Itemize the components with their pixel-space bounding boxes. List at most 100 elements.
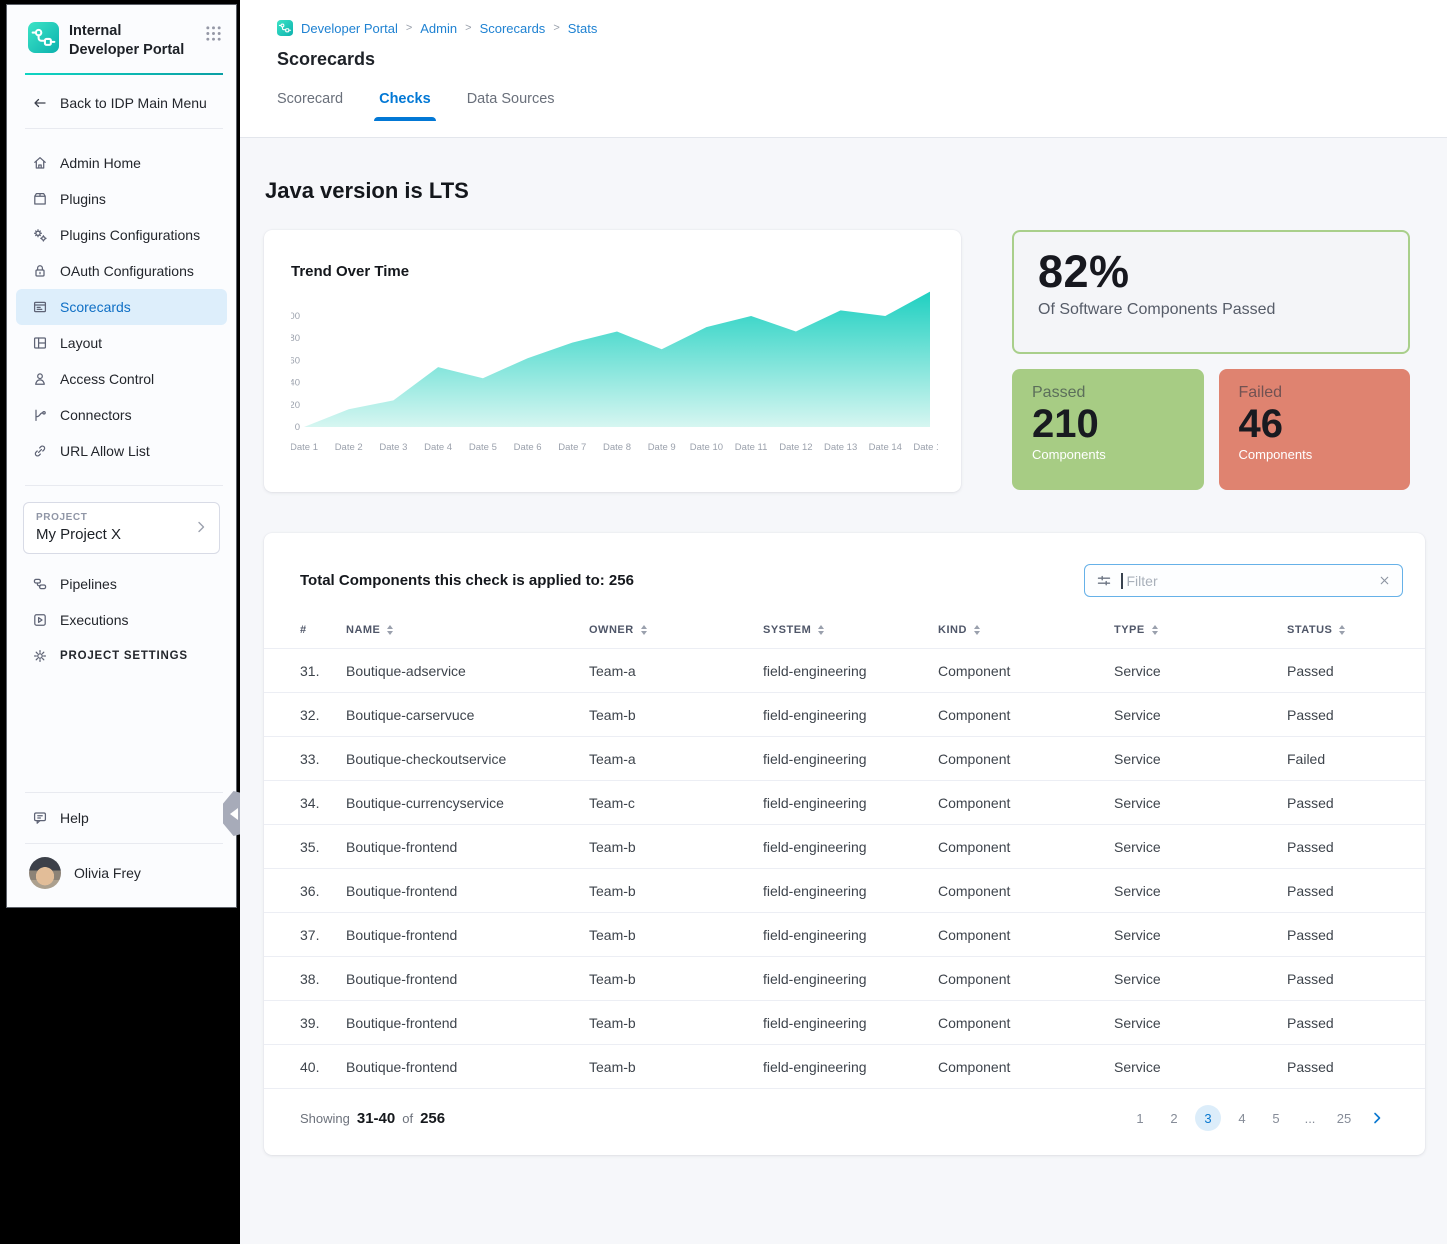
page-2[interactable]: 2	[1161, 1105, 1187, 1131]
user-menu[interactable]: Olivia Frey	[7, 844, 236, 907]
svg-text:Date 10: Date 10	[690, 442, 723, 453]
breadcrumb-separator: >	[465, 22, 471, 34]
sidebar-item-layout[interactable]: Layout	[16, 325, 227, 361]
svg-text:Date 9: Date 9	[648, 442, 676, 453]
svg-text:Date 13: Date 13	[824, 442, 857, 453]
cell-owner: Team-a	[589, 663, 763, 679]
sort-icon[interactable]	[387, 625, 393, 635]
cell-owner: Team-b	[589, 707, 763, 723]
divider	[25, 485, 223, 486]
cell-name: Boutique-frontend	[346, 883, 589, 899]
idp-logo-icon	[28, 22, 59, 53]
sort-icon[interactable]	[818, 625, 824, 635]
page-5[interactable]: 5	[1263, 1105, 1289, 1131]
sidebar-item-oauth-configurations[interactable]: OAuth Configurations	[16, 253, 227, 289]
table-row[interactable]: 38.Boutique-frontendTeam-bfield-engineer…	[264, 956, 1425, 1000]
chart-title: Trend Over Time	[291, 263, 935, 280]
table-body: 31.Boutique-adserviceTeam-a field-enginee…	[264, 648, 1425, 1088]
sort-icon[interactable]	[1152, 625, 1158, 635]
sidebar-item-plugins-configurations[interactable]: Plugins Configurations	[16, 217, 227, 253]
cell-type: Service	[1114, 839, 1287, 855]
cell-kind: Component	[938, 663, 1114, 679]
svg-text:Date 11: Date 11	[735, 442, 768, 453]
help-item[interactable]: Help	[7, 793, 236, 843]
table-row[interactable]: 39.Boutique-frontendTeam-bfield-engineer…	[264, 1000, 1425, 1044]
table-row[interactable]: 31.Boutique-adserviceTeam-afield-enginee…	[264, 648, 1425, 692]
project-selector[interactable]: PROJECT My Project X	[23, 502, 220, 554]
sidebar-nav-project: PipelinesExecutionsPROJECT SETTINGS	[7, 554, 236, 674]
cell-type: Service	[1114, 707, 1287, 723]
cell-type: Service	[1114, 751, 1287, 767]
sidebar-item-connectors[interactable]: Connectors	[16, 397, 227, 433]
passed-value: 210	[1032, 402, 1184, 447]
sidebar-item-plugins[interactable]: Plugins	[16, 181, 227, 217]
cell-status: Passed	[1287, 839, 1403, 855]
plugins-config-icon	[32, 227, 48, 243]
sidebar-item-pipelines[interactable]: Pipelines	[16, 566, 227, 602]
cell-status: Passed	[1287, 663, 1403, 679]
cell-name: Boutique-adservice	[346, 663, 589, 679]
sidebar-item-executions[interactable]: Executions	[16, 602, 227, 638]
sidebar-item-scorecards[interactable]: Scorecards	[16, 289, 227, 325]
cell-system: field-engineering	[763, 1015, 938, 1031]
close-icon[interactable]	[1378, 574, 1391, 587]
cell-type: Service	[1114, 1015, 1287, 1031]
cell-index: 38.	[300, 971, 346, 987]
cell-kind: Component	[938, 971, 1114, 987]
tab-checks[interactable]: Checks	[379, 91, 431, 121]
stats-column: 82% Of Software Components Passed Passed…	[1012, 230, 1410, 490]
table-row[interactable]: 32.Boutique-carservuceTeam-bfield-engine…	[264, 692, 1425, 736]
table-footer: Showing 31-40 of 256 12345...25	[264, 1088, 1425, 1155]
cell-index: 31.	[300, 663, 346, 679]
svg-text:Date 14: Date 14	[869, 442, 902, 453]
sidebar-item-admin-home[interactable]: Admin Home	[16, 145, 227, 181]
table-row[interactable]: 33.Boutique-checkoutserviceTeam-afield-e…	[264, 736, 1425, 780]
cell-owner: Team-b	[589, 883, 763, 899]
table-row[interactable]: 40.Boutique-frontendTeam-bfield-engineer…	[264, 1044, 1425, 1088]
passed-failed-row: Passed 210 Components Failed 46 Componen…	[1012, 369, 1410, 490]
column-header-type: TYPE	[1114, 624, 1287, 636]
svg-text:Date 8: Date 8	[603, 442, 631, 453]
next-page-chevron-icon[interactable]	[1369, 1110, 1385, 1126]
table-row[interactable]: 35.Boutique-frontendTeam-bfield-engineer…	[264, 824, 1425, 868]
cell-index: 32.	[300, 707, 346, 723]
table-row[interactable]: 34.Boutique-currencyserviceTeam-cfield-e…	[264, 780, 1425, 824]
back-to-idp-main-menu[interactable]: Back to IDP Main Menu	[7, 75, 236, 128]
app-launcher-grid-icon[interactable]	[205, 25, 222, 42]
cell-type: Service	[1114, 927, 1287, 943]
top-header: Developer Portal>Admin>Scorecards>Stats …	[240, 0, 1447, 138]
page-25[interactable]: 25	[1331, 1105, 1357, 1131]
cell-type: Service	[1114, 1059, 1287, 1075]
page-4[interactable]: 4	[1229, 1105, 1255, 1131]
table-row[interactable]: 37.Boutique-frontendTeam-bfield-engineer…	[264, 912, 1425, 956]
breadcrumb-link-stats[interactable]: Stats	[568, 21, 598, 36]
sidebar-item-url-allow-list[interactable]: URL Allow List	[16, 433, 227, 469]
page-1[interactable]: 1	[1127, 1105, 1153, 1131]
sort-icon[interactable]	[1339, 625, 1345, 635]
collapse-arrow-icon	[230, 808, 238, 820]
breadcrumb-link-scorecards[interactable]: Scorecards	[480, 21, 546, 36]
cell-owner: Team-b	[589, 1059, 763, 1075]
svg-text:20: 20	[291, 400, 300, 411]
sort-icon[interactable]	[974, 625, 980, 635]
tab-scorecard[interactable]: Scorecard	[277, 91, 343, 121]
cell-status: Passed	[1287, 795, 1403, 811]
table-row[interactable]: 36.Boutique-frontendTeam-bfield-engineer…	[264, 868, 1425, 912]
svg-text:Date 1: Date 1	[291, 442, 318, 453]
filter-sliders-icon	[1096, 573, 1112, 589]
table-title: Total Components this check is applied t…	[300, 572, 634, 589]
breadcrumb-link-admin[interactable]: Admin	[420, 21, 457, 36]
cell-name: Boutique-currencyservice	[346, 795, 589, 811]
avatar	[29, 857, 61, 889]
column-header-status: STATUS	[1287, 624, 1403, 636]
sidebar-item-project-settings[interactable]: PROJECT SETTINGS	[16, 638, 227, 674]
tab-data-sources[interactable]: Data Sources	[467, 91, 555, 121]
sidebar-item-access-control[interactable]: Access Control	[16, 361, 227, 397]
page-3[interactable]: 3	[1195, 1105, 1221, 1131]
filter-input[interactable]: Filter	[1084, 564, 1403, 597]
cell-owner: Team-b	[589, 1015, 763, 1031]
cell-status: Passed	[1287, 707, 1403, 723]
cell-owner: Team-b	[589, 971, 763, 987]
breadcrumb-link-developer-portal[interactable]: Developer Portal	[301, 21, 398, 36]
sort-icon[interactable]	[641, 625, 647, 635]
